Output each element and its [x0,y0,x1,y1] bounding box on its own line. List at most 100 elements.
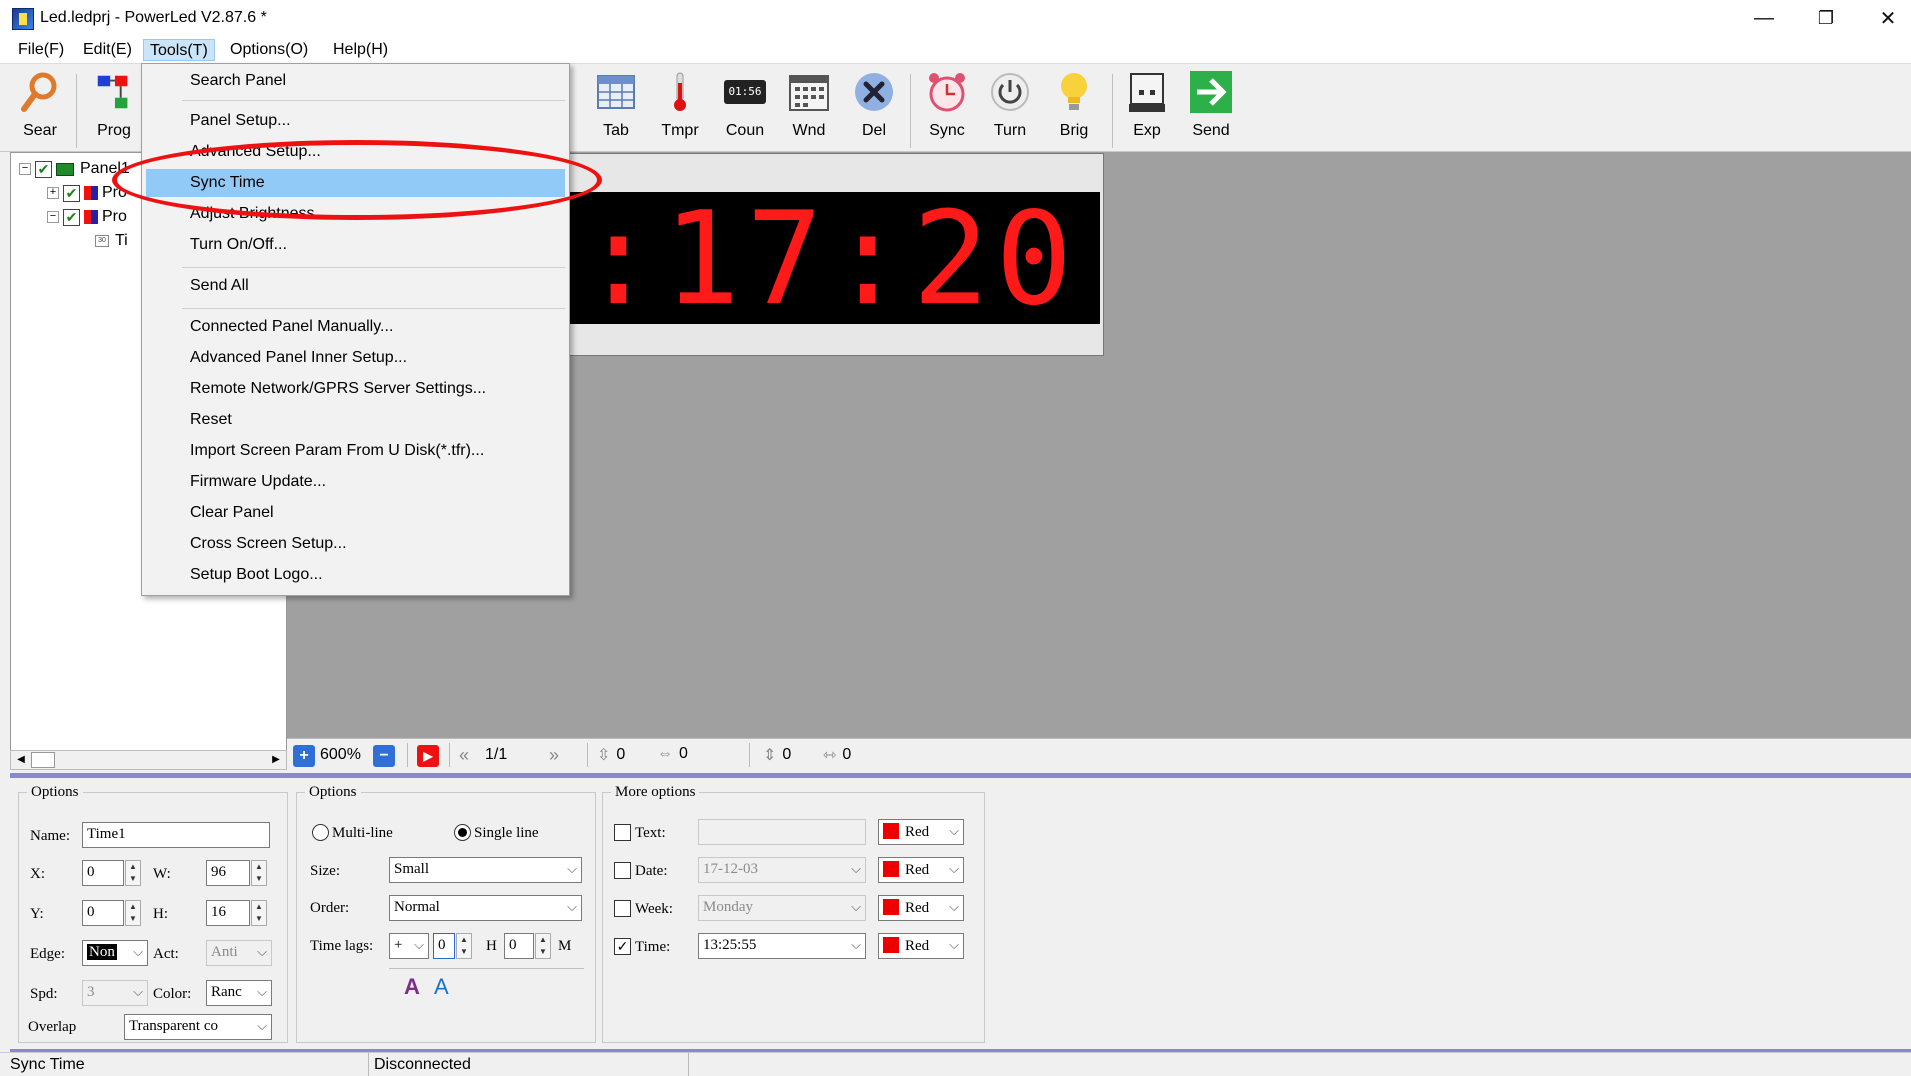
menu-item-import-screen-param[interactable]: Import Screen Param From U Disk(*.tfr)..… [146,437,565,465]
minimize-button[interactable]: — [1733,0,1795,36]
menu-file[interactable]: File(F) [12,39,70,61]
h-offset[interactable]: ⇔ 0 [657,745,688,763]
w-spinner[interactable]: ▲ ▼ [251,860,267,886]
table-button[interactable]: Tab [587,70,645,150]
collapse-icon[interactable]: − [19,163,31,175]
menu-item-cross-screen-setup[interactable]: Cross Screen Setup... [146,530,565,558]
counter-button[interactable]: 01:56 Coun [716,70,774,150]
send-button[interactable]: Send [1182,70,1240,150]
act-select: Anti ⌵ [206,940,272,966]
counter-icon-text: 01:56 [724,80,766,104]
h-size[interactable]: ⇿ 0 [823,745,851,765]
text-checkbox[interactable] [614,824,631,841]
window-button[interactable]: Wnd [780,70,838,150]
singleline-radio[interactable] [454,824,471,841]
speed-select: 3 ⌵ [82,980,148,1006]
properties-panel: Options Name: Time1 X: 0 ▲ ▼ W: 96 ▲ ▼ Y: … [10,778,1911,1049]
hours-spinner[interactable]: ▲ ▼ [456,933,472,959]
menu-item-advanced-panel-inner-setup[interactable]: Advanced Panel Inner Setup... [146,344,565,372]
time-lag-hours-input[interactable]: 0 [433,933,455,959]
prev-page-button[interactable]: « [459,745,469,766]
v-offset[interactable]: ⇳ 0 [597,745,625,765]
restore-button[interactable]: ❐ [1795,0,1857,36]
menu-item-setup-boot-logo[interactable]: Setup Boot Logo... [146,561,565,589]
menu-item-send-all[interactable]: Send All [146,272,565,300]
time-color-select[interactable]: Red ⌵ [878,933,964,959]
x-input[interactable]: 0 [82,860,124,886]
menu-item-clear-panel[interactable]: Clear Panel [146,499,565,527]
collapse-icon[interactable]: − [47,211,59,223]
checkbox-checked-icon[interactable]: ✔ [63,208,80,226]
x-spinner[interactable]: ▲ ▼ [125,860,141,886]
y-spinner[interactable]: ▲ ▼ [125,900,141,926]
zoom-out-button[interactable]: − [373,745,399,767]
scroll-thumb[interactable] [31,752,55,768]
date-checkbox[interactable] [614,862,631,879]
menu-item-reset[interactable]: Reset [146,406,565,434]
menu-item-firmware-update[interactable]: Firmware Update... [146,468,565,496]
zoom-level: 600% [320,746,361,763]
overlap-select[interactable]: Transparent co ⌵ [124,1014,272,1040]
chevron-down-icon: ⌵ [414,937,424,952]
tree-horizontal-scrollbar[interactable]: ◀ ▶ [10,750,287,770]
tree-item-time[interactable]: 30 Ti [95,229,128,253]
toolbar-separator [1112,74,1113,148]
menu-edit[interactable]: Edit(E) [77,39,138,61]
h-input[interactable]: 16 [206,900,250,926]
menu-separator [182,308,565,309]
v-size[interactable]: ⇕ 0 [763,745,791,765]
expand-icon[interactable]: + [47,187,59,199]
w-input[interactable]: 96 [206,860,250,886]
turn-on-off-button[interactable]: Turn [981,70,1039,150]
size-select[interactable]: Small ⌵ [389,857,582,883]
checkbox-checked-icon[interactable]: ✔ [35,160,52,178]
menu-item-remote-network-settings[interactable]: Remote Network/GPRS Server Settings... [146,375,565,403]
menu-options[interactable]: Options(O) [224,39,314,61]
time-format-select[interactable]: 13:25:55 ⌵ [698,933,866,959]
menu-item-connected-panel-manually[interactable]: Connected Panel Manually... [146,313,565,341]
y-input[interactable]: 0 [82,900,124,926]
minutes-spinner[interactable]: ▲ ▼ [535,933,551,959]
play-button[interactable]: ▶ [417,745,443,767]
strip-separator [449,743,450,767]
multiline-radio[interactable] [312,824,329,841]
font-color-icon[interactable]: A [404,974,420,1000]
h-spinner[interactable]: ▲ ▼ [251,900,267,926]
week-checkbox[interactable] [614,900,631,917]
delete-button[interactable]: Del [845,70,903,150]
menu-item-search-panel[interactable]: Search Panel [146,67,565,95]
menu-tools[interactable]: Tools(T) [143,39,215,61]
temperature-button[interactable]: Tmpr [651,70,709,150]
time-lag-sign-select[interactable]: + ⌵ [389,933,429,959]
time-lag-minutes-input[interactable]: 0 [504,933,534,959]
program-button[interactable]: Prog [85,70,143,150]
scroll-right-icon[interactable]: ▶ [268,753,284,767]
search-panel-button[interactable]: Sear [11,70,69,150]
sync-time-button[interactable]: Sync [918,70,976,150]
red-swatch [883,861,899,877]
brightness-button[interactable]: Brig [1045,70,1103,150]
close-button[interactable]: ✕ [1857,0,1911,36]
toolbar-label: Wnd [792,122,826,139]
menu-item-turn-on-off[interactable]: Turn On/Off... [146,231,565,259]
color-select[interactable]: Ranc ⌵ [206,980,272,1006]
zoom-in-button[interactable]: + [293,745,319,767]
chevron-down-icon: ⌵ [949,861,959,876]
checkbox-checked-icon[interactable]: ✔ [63,184,80,202]
play-icon: ▶ [417,745,439,767]
edge-select[interactable]: Non ⌵ [82,940,148,966]
next-page-button[interactable]: » [549,745,559,766]
usb-export-icon [1125,70,1169,114]
export-button[interactable]: Exp [1118,70,1176,150]
scroll-left-icon[interactable]: ◀ [13,753,29,767]
time-checkbox[interactable]: ✓ [614,938,631,955]
week-color-select[interactable]: Red ⌵ [878,895,964,921]
text-color-select[interactable]: Red ⌵ [878,819,964,845]
name-input[interactable]: Time1 [82,822,270,848]
tree-item-program[interactable]: − ✔ Pro [47,205,127,229]
menu-help[interactable]: Help(H) [327,39,394,61]
background-color-icon[interactable]: A [434,974,449,1000]
menu-item-panel-setup[interactable]: Panel Setup... [146,107,565,135]
order-select[interactable]: Normal ⌵ [389,895,582,921]
date-color-select[interactable]: Red ⌵ [878,857,964,883]
